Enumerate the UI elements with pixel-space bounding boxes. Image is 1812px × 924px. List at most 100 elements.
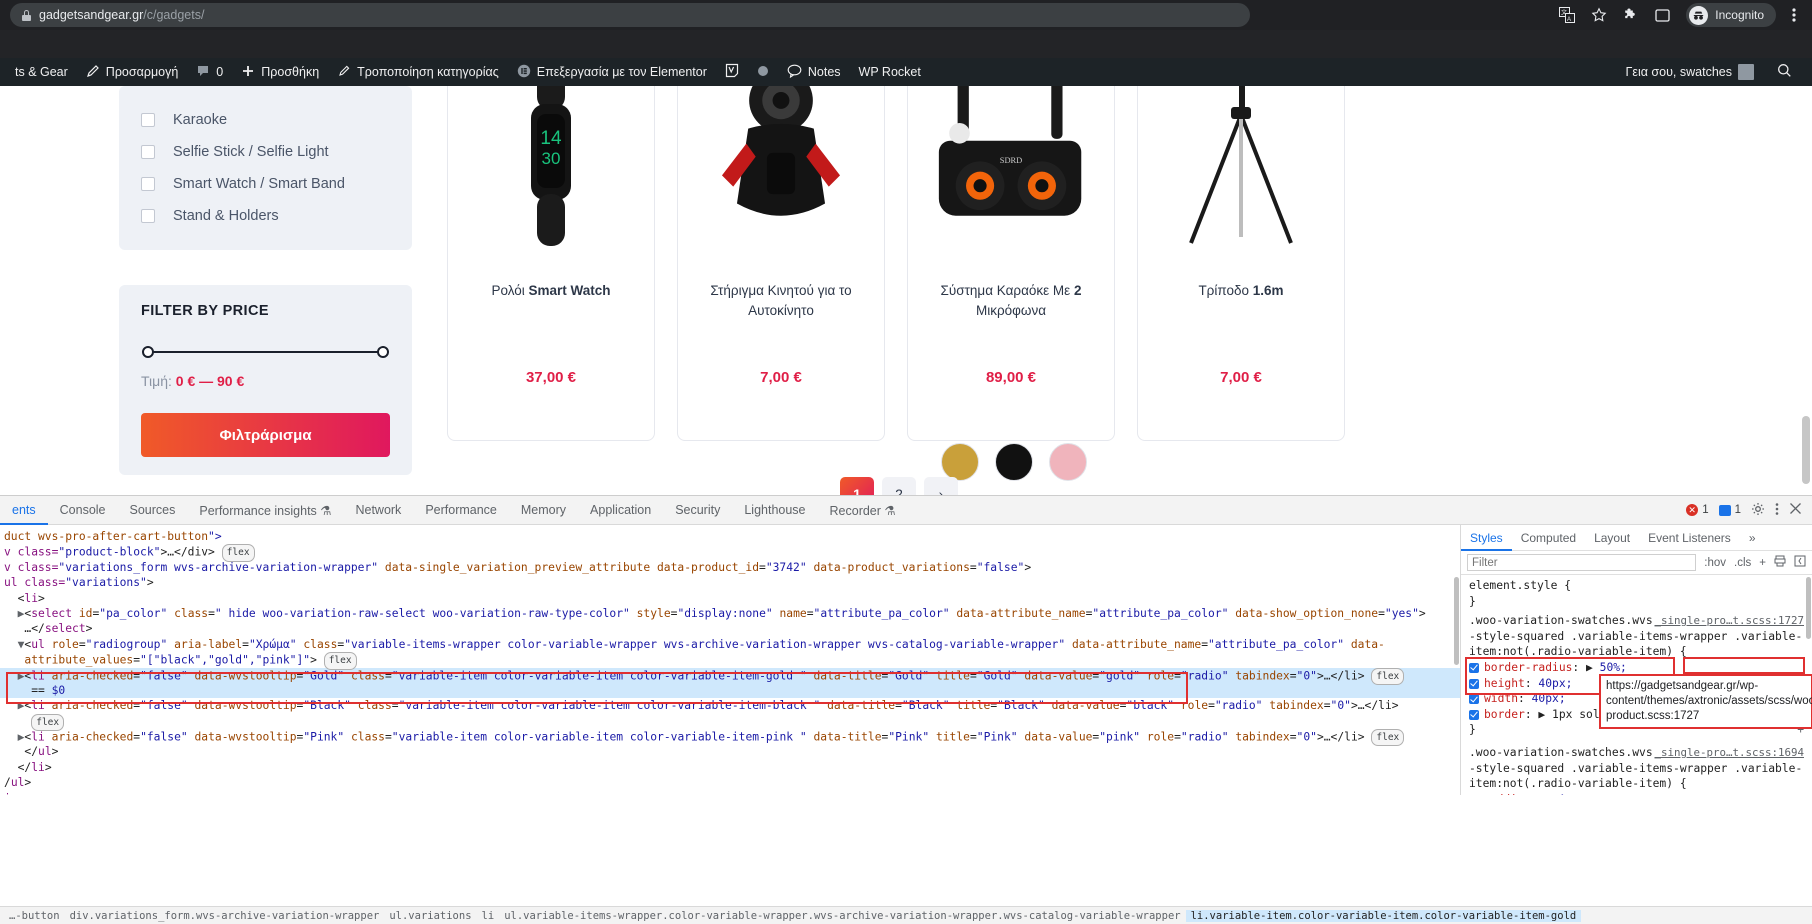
declaration-property[interactable]: height [1484,677,1525,690]
declaration-property[interactable]: padding [1483,793,1531,795]
tab-layout[interactable]: Layout [1585,525,1639,551]
css-rule-1694[interactable]: _single-pro…t.scss:1694 .woo-variation-s… [1469,745,1804,795]
dom-line[interactable]: ▶<li aria-checked="false" data-wvstoolti… [0,698,1460,713]
puzzle-icon[interactable] [1623,7,1639,23]
page-scrollbar[interactable] [1799,144,1812,500]
breadcrumb-item[interactable]: ul.variable-items-wrapper.color-variable… [499,910,1185,922]
adminbar-item-comments[interactable]: 0 [187,58,232,86]
breadcrumb-item[interactable]: li [477,910,500,922]
dom-line[interactable]: </ul> [0,744,1460,759]
tab-recorder[interactable]: Recorder ⚗ [818,496,908,525]
checkbox-stand-holders[interactable] [141,209,155,223]
tab-lighthouse[interactable]: Lighthouse [732,496,817,525]
checkbox-enabled[interactable] [1469,662,1479,673]
category-item-selfie-stick[interactable]: Selfie Stick / Selfie Light [141,136,390,168]
declaration-value[interactable]: 4px; [1558,793,1585,795]
styles-scrollbar[interactable] [1806,577,1811,639]
close-icon[interactable] [1789,502,1802,518]
plus-icon[interactable]: + [1759,557,1766,569]
declaration-property[interactable]: border-radius [1484,661,1572,674]
checkbox-enabled[interactable] [1469,678,1479,689]
rule-source-link[interactable]: _single-pro…t.scss:1694 [1654,745,1804,761]
dom-line[interactable]: duct wvs-pro-after-cart-button"> [0,529,1460,544]
adminbar-item-wp-rocket[interactable]: WP Rocket [850,58,930,86]
breadcrumb-item[interactable]: …-button [4,910,65,922]
adminbar-item-notes[interactable]: Notes [778,58,850,86]
dom-tree-pane[interactable]: duct wvs-pro-after-cart-button"> v class… [0,525,1460,795]
adminbar-my-account[interactable]: Γεια σου, swatches [1617,58,1764,86]
product-card[interactable]: 14 30 Ρολόι Smart Watch 37,00 € [447,86,655,441]
profile-pill[interactable]: Incognito [1686,3,1776,27]
page-scrollbar-thumb[interactable] [1802,416,1810,484]
dom-line[interactable]: …</select> [0,621,1460,636]
error-badge[interactable]: ✕ 1 [1686,504,1709,516]
declaration-property[interactable]: border [1484,708,1525,721]
tab-security[interactable]: Security [663,496,732,525]
filter-button[interactable]: Φιλτράρισμα [141,413,390,457]
dom-tree-scrollbar[interactable] [1454,577,1459,665]
tab-event-listeners[interactable]: Event Listeners [1639,525,1740,551]
dom-line[interactable]: v class="product-block">…</div> flex [0,544,1460,562]
tab-elements[interactable]: ents [0,496,48,525]
category-item-karaoke[interactable]: Karaoke [141,104,390,136]
slider-handle-min[interactable] [142,346,154,358]
dom-line[interactable]: ul class="variations"> [0,575,1460,590]
dom-line[interactable]: <li> [0,591,1460,606]
product-card[interactable]: Τρίποδο 1.6m 7,00 € [1137,86,1345,441]
declaration-value[interactable]: 40px; [1532,692,1566,705]
tab-console[interactable]: Console [48,496,118,525]
toggle-sidebar-icon[interactable] [1794,555,1806,570]
tab-memory[interactable]: Memory [509,496,578,525]
kebab-menu-icon[interactable] [1775,502,1779,519]
address-bar[interactable]: gadgetsandgear.gr/c/gadgets/ [10,3,1250,27]
dom-line[interactable]: </li> [0,760,1460,775]
swatch-gold[interactable] [941,443,979,481]
dom-line[interactable]: /ul> [0,775,1460,790]
gear-icon[interactable] [1751,502,1765,519]
dom-line[interactable]: ▶<select id="pa_color" class=" hide woo-… [0,606,1460,621]
category-item-stand-holders[interactable]: Stand & Holders [141,200,390,232]
declaration-value[interactable]: 50%; [1600,661,1627,674]
tab-performance-insights[interactable]: Performance insights ⚗ [187,496,343,525]
tab-application[interactable]: Application [578,496,663,525]
dom-line[interactable]: ▼<ul role="radiogroup" aria-label="Χρώμα… [0,637,1460,652]
print-icon[interactable] [1774,555,1786,570]
breadcrumb-item-selected[interactable]: li.variable-item.color-variable-item.col… [1185,909,1582,922]
breadcrumb-item[interactable]: ul.variations [384,910,476,922]
dom-line-selected[interactable]: ▶<li aria-checked="false" data-wvstoolti… [0,667,1460,685]
adminbar-item-new[interactable]: Προσθήκη [232,58,328,86]
hov-toggle[interactable]: :hov [1704,557,1726,569]
side-panel-icon[interactable] [1655,8,1670,23]
tab-styles[interactable]: Styles [1461,525,1512,551]
adminbar-item-edit-category[interactable]: Τροποποίηση κατηγορίας [328,58,508,86]
declaration-value[interactable]: 40px; [1538,677,1572,690]
star-icon[interactable] [1591,7,1607,23]
declaration-property[interactable]: width [1484,692,1518,705]
tab-network[interactable]: Network [343,496,413,525]
rule-source-link[interactable]: _single-pro…t.scss:1727 [1654,613,1804,629]
tab-performance[interactable]: Performance [413,496,509,525]
checkbox-selfie-stick[interactable] [141,145,155,159]
swatch-pink[interactable] [1049,443,1087,481]
adminbar-site-name[interactable]: ts & Gear [6,58,77,86]
checkbox-smart-watch[interactable] [141,177,155,191]
warning-badge[interactable]: 1 [1718,504,1741,516]
adminbar-item-elementor[interactable]: Επεξεργασία με τον Elementor [508,58,716,86]
kebab-menu-icon[interactable] [1792,7,1796,23]
adminbar-item-status-dot[interactable] [748,58,778,86]
dom-line[interactable]: attribute_values="["black","gold","pink"… [0,652,1460,670]
product-card[interactable]: Στήριγμα Κινητού για το Αυτοκίνητο 7,00 … [677,86,885,441]
checkbox-karaoke[interactable] [141,113,155,127]
swatch-black[interactable] [995,443,1033,481]
adminbar-item-customize[interactable]: Προσαρμογή [77,58,188,86]
dom-line[interactable]: ▶<li aria-checked="false" data-wvstoolti… [0,729,1460,747]
breadcrumb-item[interactable]: div.variations_form.wvs-archive-variatio… [65,910,385,922]
tab-sources[interactable]: Sources [118,496,188,525]
cls-toggle[interactable]: .cls [1734,557,1751,569]
styles-filter-input[interactable] [1467,554,1697,571]
element-style-rule[interactable]: element.style { } [1469,578,1804,609]
adminbar-item-yoast[interactable] [716,58,748,86]
adminbar-search-button[interactable] [1763,58,1806,86]
dom-line[interactable]: iv> [0,791,1460,795]
category-item-smart-watch[interactable]: Smart Watch / Smart Band [141,168,390,200]
